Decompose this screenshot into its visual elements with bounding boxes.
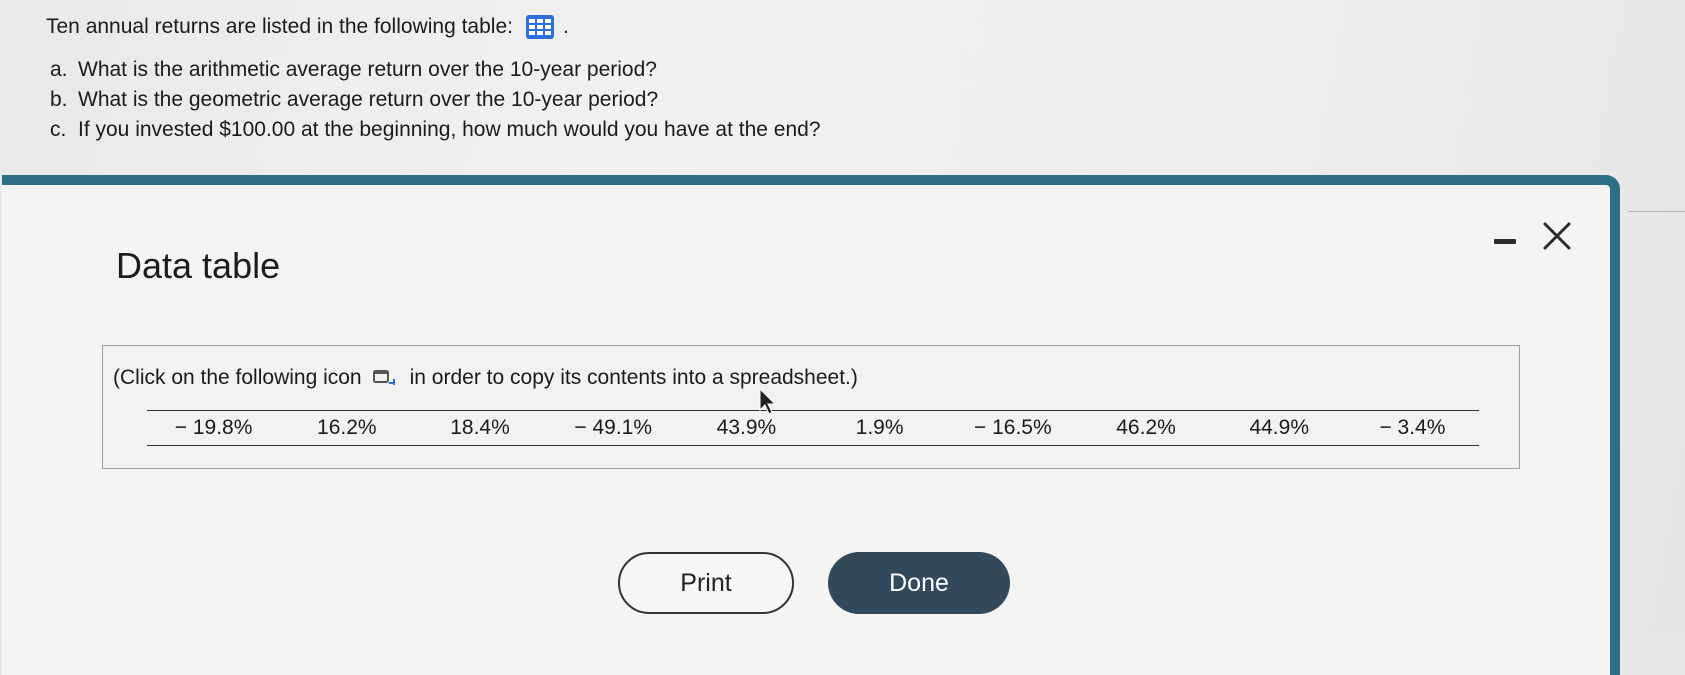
question-list: a. What is the arithmetic average return … <box>50 55 821 145</box>
question-letter: c. <box>50 118 67 141</box>
return-cell: 46.2% <box>1116 416 1176 439</box>
return-cell: − 19.8% <box>174 416 253 439</box>
returns-row: − 19.8% 16.2% 18.4% − 49.1% 43.9% 1.9% −… <box>147 410 1479 446</box>
question-a: a. What is the arithmetic average return … <box>50 55 821 85</box>
mouse-pointer-icon <box>759 388 777 415</box>
return-cell: 18.4% <box>450 416 510 439</box>
question-b: b. What is the geometric average return o… <box>50 85 821 115</box>
copy-note-after: in order to copy its contents into a spr… <box>409 366 858 389</box>
grid-table-icon[interactable] <box>525 14 555 40</box>
question-c: c. If you invested $100.00 at the beginni… <box>50 115 821 145</box>
question-intro: Ten annual returns are listed in the fol… <box>46 14 569 40</box>
question-text: What is the arithmetic average return ov… <box>78 58 657 81</box>
minimize-icon <box>1494 239 1516 244</box>
intro-text: Ten annual returns are listed in the fol… <box>46 15 513 38</box>
question-text: If you invested $100.00 at the beginning… <box>78 118 821 141</box>
question-text: What is the geometric average return ove… <box>78 88 659 111</box>
return-cell: − 16.5% <box>973 416 1052 439</box>
data-table-box: (Click on the following icon in order to… <box>102 345 1520 469</box>
minimize-button[interactable] <box>1492 219 1518 249</box>
question-letter: a. <box>50 58 68 81</box>
return-cell: 16.2% <box>317 416 377 439</box>
close-icon <box>1543 222 1571 250</box>
question-letter: b. <box>50 88 68 111</box>
copy-instructions: (Click on the following icon in order to… <box>113 366 858 390</box>
return-cell: − 49.1% <box>574 416 653 439</box>
divider-line <box>1628 211 1685 212</box>
copy-note-before: (Click on the following icon <box>113 366 362 389</box>
return-cell: − 3.4% <box>1379 416 1446 439</box>
copy-to-spreadsheet-icon[interactable] <box>372 367 398 389</box>
modal-title: Data table <box>116 245 281 286</box>
data-table-modal: Data table (Click on the following icon … <box>2 175 1620 675</box>
print-button[interactable]: Print <box>618 552 794 614</box>
return-cell: 1.9% <box>855 416 904 439</box>
return-cell: 43.9% <box>716 416 777 439</box>
intro-period: . <box>562 15 569 38</box>
done-button[interactable]: Done <box>828 552 1010 614</box>
return-cell: 44.9% <box>1249 416 1309 439</box>
close-button[interactable] <box>1540 219 1574 253</box>
